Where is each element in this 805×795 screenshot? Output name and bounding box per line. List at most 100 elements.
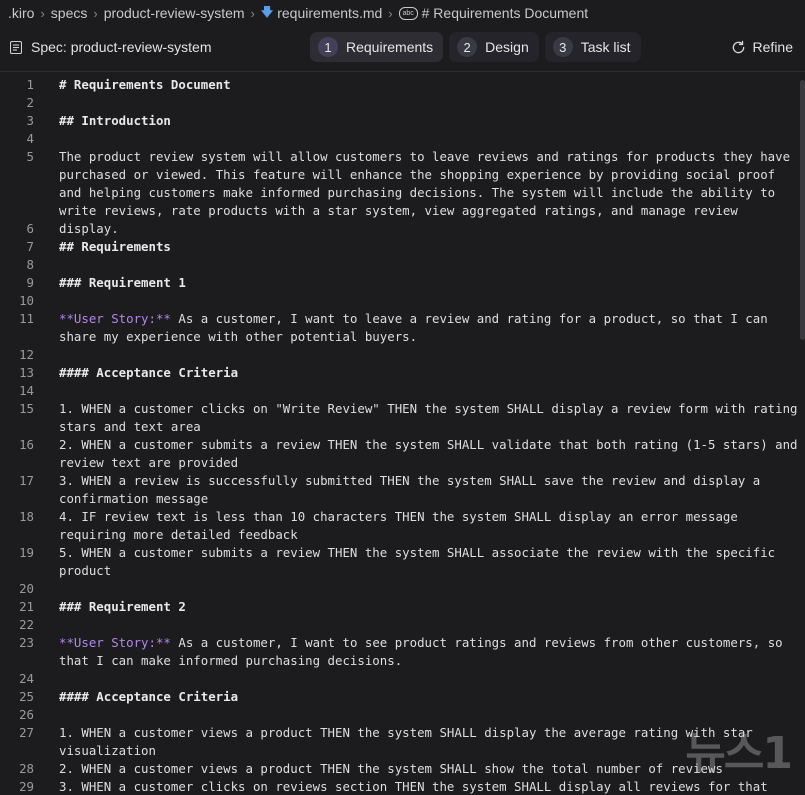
line-text: ## Requirements [59, 238, 799, 256]
editor-line: 16 2. WHEN a customer submits a review TH… [0, 436, 805, 472]
line-number: 11 [19, 311, 34, 326]
editor-line: 26 [0, 706, 805, 724]
line-number: 26 [19, 707, 34, 722]
tab-design[interactable]: 2 Design [449, 32, 539, 62]
line-content: 4. IF review text is less than 10 charac… [59, 509, 746, 542]
line-number: 3 [26, 113, 34, 128]
line-number: 4 [26, 131, 34, 146]
line-content: 3. WHEN a customer clicks on reviews sec… [59, 779, 768, 794]
editor-line: 9 ### Requirement 1 [0, 274, 805, 292]
line-content: #### Acceptance Criteria [59, 365, 239, 380]
document-icon [10, 40, 22, 54]
editor-line: 20 [0, 580, 805, 598]
line-content: 2. WHEN a customer submits a review THEN… [59, 437, 805, 470]
line-content: 2. WHEN a customer views a product THEN … [59, 761, 723, 776]
editor-line: 23 **User Story:** As a customer, I want … [0, 634, 805, 670]
line-text: # Requirements Document [59, 76, 799, 94]
tab-task-list[interactable]: 3 Task list [544, 32, 641, 62]
tab-number: 3 [552, 37, 573, 57]
editor-line: 11 **User Story:** As a customer, I want … [0, 310, 805, 346]
line-number: 19 [19, 545, 34, 560]
editor-line: 14 [0, 382, 805, 400]
symbol-string-icon: abc [398, 6, 418, 20]
line-text: **User Story:** As a customer, I want to… [59, 310, 799, 346]
editor-line: 22 [0, 616, 805, 634]
tab-number: 1 [318, 37, 338, 57]
editor-line: 8 [0, 256, 805, 274]
spec-title-label: Spec: product-review-system [31, 39, 212, 55]
tab-label: Design [485, 39, 529, 55]
editor-line: 12 [0, 346, 805, 364]
editor-line: 19 5. WHEN a customer submits a review TH… [0, 544, 805, 580]
editor-line: 25 #### Acceptance Criteria [0, 688, 805, 706]
line-content: 1. WHEN a customer views a product THEN … [59, 725, 761, 758]
tab-number: 2 [457, 37, 478, 57]
spec-header: Spec: product-review-system 1 Requiremen… [0, 28, 805, 66]
breadcrumb-item-file[interactable]: requirements.md [277, 5, 382, 21]
line-number: 29 [19, 779, 34, 794]
breadcrumb-item-spec[interactable]: product-review-system [104, 5, 245, 21]
line-number: 24 [19, 671, 34, 686]
tab-label: Task list [580, 39, 631, 55]
breadcrumb-item-symbol[interactable]: # Requirements Document [422, 5, 589, 21]
line-text: #### Acceptance Criteria [59, 688, 799, 706]
line-text: 5. WHEN a customer submits a review THEN… [59, 544, 799, 580]
editor-line: 17 3. WHEN a review is successfully submi… [0, 472, 805, 508]
tab-label: Requirements [346, 39, 434, 55]
editor-line: 18 4. IF review text is less than 10 char… [0, 508, 805, 544]
chevron-right-icon: › [388, 5, 393, 21]
line-number: 16 [19, 437, 34, 452]
refine-label: Refine [752, 39, 793, 55]
editor-scrollbar[interactable] [800, 80, 805, 340]
line-text: 2. WHEN a customer submits a review THEN… [59, 436, 799, 472]
line-number: 13 [19, 365, 34, 380]
tab-requirements[interactable]: 1 Requirements [310, 32, 444, 62]
line-content: ### Requirement 2 [59, 599, 186, 614]
editor-line: 1 # Requirements Document [0, 76, 805, 94]
editor-line: 29 3. WHEN a customer clicks on reviews s… [0, 778, 805, 795]
editor-line: 3 ## Introduction [0, 112, 805, 130]
line-text: **User Story:** As a customer, I want to… [59, 634, 799, 670]
editor-line: 10 [0, 292, 805, 310]
line-text: ### Requirement 2 [59, 598, 799, 616]
line-text: 3. WHEN a review is successfully submitt… [59, 472, 799, 508]
line-number: 5 [26, 149, 34, 164]
code-editor[interactable]: 1 # Requirements Document 2 3 ## Introductio… [0, 76, 805, 795]
line-number: 22 [19, 617, 34, 632]
line-number: 25 [19, 689, 34, 704]
line-content: ## Requirements [59, 239, 171, 254]
line-number: 7 [26, 239, 34, 254]
line-text: ### Requirement 1 [59, 274, 799, 292]
editor-line: 27 1. WHEN a customer views a product THE… [0, 724, 805, 760]
line-number: 2 [26, 95, 34, 110]
line-content: 3. WHEN a review is successfully submitt… [59, 473, 768, 506]
line-number: 9 [26, 275, 34, 290]
editor-line: 21 ### Requirement 2 [0, 598, 805, 616]
editor-line: 5 The product review system will allow cu… [0, 148, 805, 236]
refresh-icon [732, 40, 744, 53]
line-number: 14 [19, 383, 34, 398]
chevron-right-icon: › [250, 5, 255, 21]
breadcrumb-item-specs[interactable]: specs [51, 5, 88, 21]
refine-button[interactable]: Refine [731, 28, 793, 66]
line-content: #### Acceptance Criteria [59, 689, 239, 704]
line-text: 1. WHEN a customer clicks on "Write Revi… [59, 400, 799, 436]
line-number: 23 [19, 635, 34, 650]
line-number: 12 [19, 347, 34, 362]
line-number: 18 [19, 509, 34, 524]
user-story-label: **User Story:** [59, 635, 171, 650]
line-number: 6 [26, 221, 34, 236]
editor-line: 24 [0, 670, 805, 688]
line-content: 1. WHEN a customer clicks on "Write Revi… [59, 401, 805, 434]
breadcrumb-item-kiro[interactable]: .kiro [8, 5, 34, 21]
line-content: ### Requirement 1 [59, 275, 186, 290]
line-number: 17 [19, 473, 34, 488]
line-number: 27 [19, 725, 34, 740]
spec-title: Spec: product-review-system [10, 28, 212, 66]
breadcrumb: .kiro › specs › product-review-system › … [0, 0, 805, 26]
line-number: 8 [26, 257, 34, 272]
line-number: 10 [19, 293, 34, 308]
editor-line: 15 1. WHEN a customer clicks on "Write Re… [0, 400, 805, 436]
line-text: 4. IF review text is less than 10 charac… [59, 508, 799, 544]
chevron-right-icon: › [40, 5, 45, 21]
